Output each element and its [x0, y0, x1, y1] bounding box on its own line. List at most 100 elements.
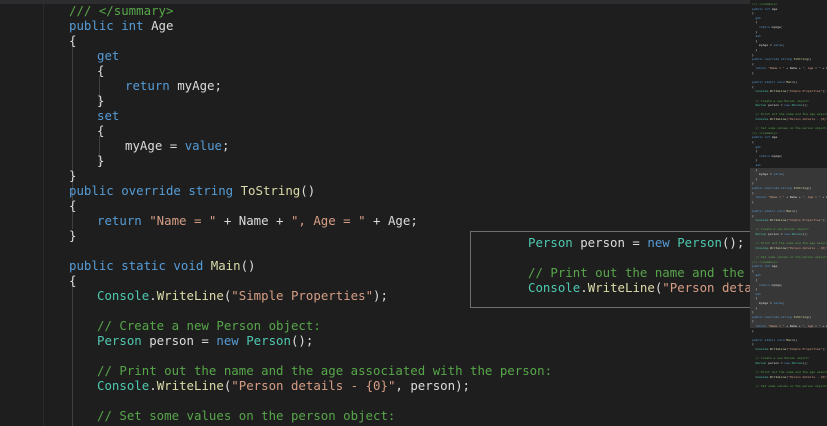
code-token: "Name = " — [149, 213, 217, 228]
code-token: new — [216, 333, 247, 348]
code-token: . — [149, 288, 157, 303]
code-token: Console — [97, 378, 150, 393]
minimap-line: public override string ToString() — [752, 314, 812, 319]
minimap-line: Console.WriteLine("Simple Properties"); — [755, 89, 827, 94]
code-token: myAge; — [177, 78, 222, 93]
code-token: /// </summary> — [69, 3, 174, 18]
code-line: set — [97, 108, 119, 123]
code-token: ToString — [240, 183, 301, 198]
code-token: // Print out the name and the age associ… — [97, 363, 553, 378]
code-token: ; — [222, 138, 230, 153]
minimap-line: } — [755, 287, 758, 292]
code-token: myAge = — [125, 138, 185, 153]
code-line: public int Age — [69, 18, 173, 33]
peek-tooltip: Person person = new Person();// Print ou… — [470, 231, 752, 308]
code-line: } — [97, 153, 104, 168]
code-editor[interactable]: /// </summary> public int Age{get{return … — [0, 0, 750, 426]
minimap-line: } — [752, 181, 754, 186]
minimap-line: public int Age — [752, 264, 778, 269]
code-token: . — [149, 378, 157, 393]
code-token: . — [580, 280, 588, 295]
code-token: public int — [69, 18, 152, 33]
minimap-line: // Set some values on the person object: — [755, 126, 827, 131]
code-line: } — [69, 168, 76, 183]
code-token: public override string — [69, 183, 241, 198]
code-line: // Set some values on the person object: — [97, 408, 395, 423]
minimap-line: /// </summary> — [752, 130, 778, 135]
minimap-line: // Create a new Person object: — [755, 227, 810, 232]
code-token: Console — [528, 280, 581, 295]
code-token: } — [69, 228, 77, 243]
minimap-line: } — [755, 305, 758, 310]
minimap-line: get — [755, 273, 761, 278]
minimap-line: } — [752, 52, 754, 57]
peek-line: Console.WriteLine("Person detail — [528, 280, 752, 295]
minimap-line: { — [752, 213, 754, 218]
minimap-line: // Set some values on the person object: — [755, 255, 827, 259]
code-token: person = — [580, 235, 648, 250]
code-line: { — [69, 33, 76, 48]
code-token: Console — [97, 288, 150, 303]
code-token: "Person detail — [662, 280, 752, 295]
code-token: } — [97, 153, 105, 168]
minimap-line: } — [755, 29, 758, 34]
code-token: ", Age = " — [290, 213, 366, 228]
minimap-line: Person person = new Person(); — [755, 103, 808, 108]
minimap-line: myAge = value; — [759, 43, 785, 48]
minimap-line: { — [752, 319, 754, 324]
code-line: return myAge; — [125, 78, 222, 93]
minimap-line: public override string ToString() — [752, 186, 812, 190]
code-token: + Age; — [365, 213, 418, 228]
minimap-line: } — [752, 199, 754, 204]
code-line: { — [69, 198, 76, 213]
code-token: // Print out the name and the ag — [528, 265, 752, 280]
code-token: "Person details - {0}" — [231, 378, 396, 393]
code-line: { — [69, 273, 76, 288]
minimap-line: get — [755, 15, 761, 20]
minimap-line: { — [752, 190, 754, 195]
minimap-line: Console.WriteLine("Simple Properties"); — [755, 218, 827, 223]
code-token: public static void — [69, 258, 211, 273]
code-token: + Name + — [216, 213, 291, 228]
minimap-line: public override string ToString() — [752, 57, 812, 62]
minimap-line: return "Name = " + Name + ", Age = " + A… — [755, 66, 827, 71]
minimap-line: public static void Main() — [752, 80, 798, 85]
code-token: // Set some values on the person object: — [97, 408, 396, 423]
code-token: { — [97, 123, 105, 138]
code-token: } — [69, 168, 77, 183]
minimap-line: /// </summary> — [752, 2, 778, 6]
indent-guide — [72, 276, 73, 426]
code-token: value — [184, 138, 222, 153]
minimap-line: public int Age — [752, 6, 778, 11]
minimap-line: { — [752, 11, 754, 16]
minimap-line: } — [755, 158, 758, 163]
minimap-line: { — [755, 20, 758, 25]
code-token: (); — [721, 235, 745, 250]
minimap-line: } — [752, 71, 754, 75]
minimap-line: // Print out the name and the age associ… — [755, 370, 827, 374]
minimap-line: set — [755, 163, 761, 167]
code-token: Age — [151, 18, 174, 33]
code-token: "Simple Properties" — [231, 288, 374, 303]
minimap-line: { — [752, 140, 754, 144]
code-token: Person — [97, 333, 150, 348]
minimap-line: { — [752, 342, 754, 347]
minimap-line: public static void Main() — [752, 209, 798, 213]
minimap-line: Person person = new Person(); — [755, 232, 808, 236]
code-token: Person — [677, 235, 722, 250]
minimap-line: myAge = value; — [759, 301, 785, 305]
code-token: { — [69, 198, 77, 213]
minimap-line: /// </summary> — [752, 259, 778, 264]
code-line: } — [69, 228, 76, 243]
minimap-line: { — [755, 149, 758, 154]
minimap-line: Console.WriteLine("Person details - {0}"… — [755, 374, 827, 379]
code-token: () — [240, 258, 256, 273]
minimap-line: // Create a new Person object: — [755, 356, 810, 361]
code-token: new — [647, 235, 678, 250]
code-line: /// </summary> — [69, 3, 173, 18]
code-minimap[interactable]: /// </summary> public int Age{get{return … — [750, 0, 827, 426]
code-line: { — [97, 63, 104, 78]
code-line: Person person = new Person(); — [97, 333, 313, 348]
code-token: Person — [246, 333, 291, 348]
minimap-line: public static void Main() — [752, 337, 798, 342]
